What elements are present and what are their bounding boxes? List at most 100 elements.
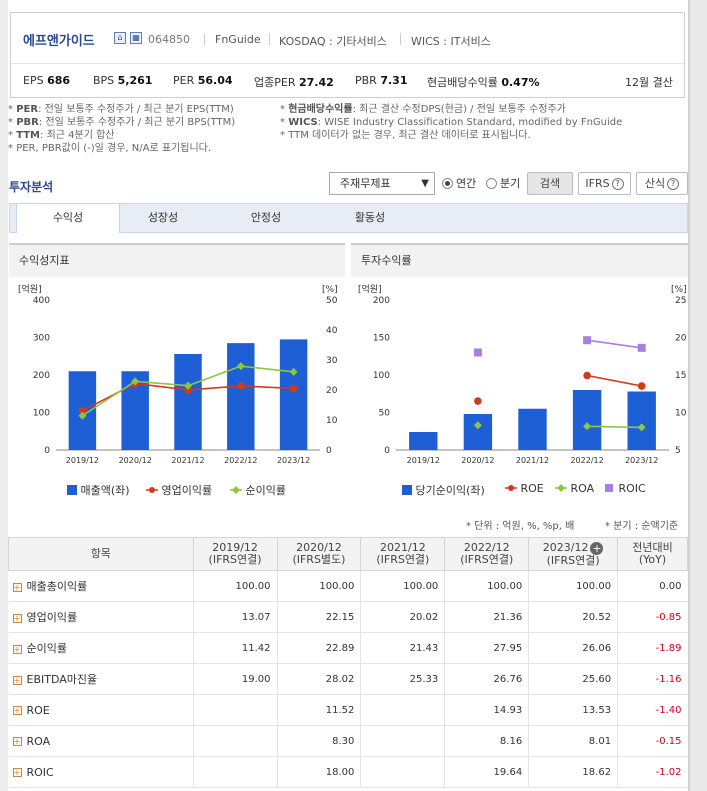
legend-roa[interactable]: ROA — [555, 482, 594, 495]
page: 에프앤가이드 ⌂ ▦ 064850 FnGuide KOSDAQ : 기타서비스… — [0, 0, 707, 791]
yoy-cell: -0.15 — [617, 725, 688, 757]
point-marker[interactable] — [637, 343, 646, 352]
ifrs-button[interactable]: IFRS? — [578, 172, 631, 195]
table-cell: 11.42 — [192, 632, 278, 664]
divider — [269, 33, 270, 45]
expand-icon[interactable]: + — [12, 644, 22, 654]
tab-activity[interactable]: 활동성 — [318, 204, 422, 232]
y-tick-right: 0 — [326, 446, 332, 456]
y-tick-left: 400 — [33, 296, 50, 306]
expand-icon[interactable]: + — [12, 582, 22, 592]
table-row[interactable]: + EBITDA마진율 19.00 28.02 25.33 26.76 25.60 -1.16 — [8, 663, 688, 695]
table-cell: 18.62 — [528, 756, 618, 788]
bar[interactable] — [409, 432, 438, 450]
expand-icon[interactable]: + — [12, 613, 22, 623]
table-row[interactable]: + ROE 11.52 14.93 13.53 -1.40 — [8, 694, 688, 726]
table-row[interactable]: + ROA 8.30 8.16 8.01 -0.15 — [8, 725, 688, 757]
bar[interactable] — [227, 343, 255, 450]
table-cell: 27.95 — [444, 632, 529, 664]
divider — [204, 33, 205, 45]
legend-roic[interactable]: ROIC — [603, 482, 646, 495]
stat-per: PER 56.04 — [173, 74, 233, 87]
row-label[interactable]: + 순이익률 — [8, 632, 194, 664]
radio-annual[interactable] — [442, 178, 453, 189]
table-row[interactable]: + 매출총이익률 100.00 100.00 100.00 100.00 100.00 0.0… — [8, 570, 688, 602]
legend-operating-margin[interactable]: 영업이익률 — [146, 482, 212, 498]
legend-net-income[interactable]: 당기순이익(좌) — [402, 482, 485, 498]
building-icon[interactable]: ▦ — [130, 32, 142, 44]
expand-icon[interactable]: + — [12, 675, 22, 685]
legend-roe[interactable]: ROE — [505, 482, 544, 495]
company-code: 064850 — [148, 33, 190, 46]
table-cell: 8.16 — [444, 725, 529, 757]
profitability-chart: [억원] [%] 0 100 200 300 400 0 10 20 30 40 50 2019/12 20… — [18, 283, 338, 465]
table-header: 항목 2019/12 (IFRS연결) 2020/12 (IFRS별도) 2021/… — [8, 537, 688, 571]
expand-icon[interactable]: + — [12, 768, 22, 777]
search-button[interactable]: 검색 — [527, 172, 573, 195]
financial-table: 항목 2019/12 (IFRS연결) 2020/12 (IFRS별도) 2021/… — [8, 537, 688, 788]
expand-columns-icon[interactable]: + — [590, 541, 604, 555]
panel-title-profitability: 수익성지표 — [9, 243, 345, 277]
table-cell — [360, 725, 445, 757]
y-tick-right: 10 — [326, 416, 338, 426]
row-label[interactable]: + 매출총이익률 — [8, 570, 194, 602]
row-label[interactable]: + ROA — [8, 725, 194, 757]
note-line: * WICS: WISE Industry Classification Sta… — [280, 117, 623, 128]
header-divider — [11, 63, 684, 64]
table-cell — [192, 756, 278, 788]
bar[interactable] — [572, 390, 602, 450]
note-line: * PER, PBR값이 (-)일 경우, N/A로 표기됩니다. — [8, 143, 212, 154]
row-label[interactable]: + ROE — [8, 694, 194, 726]
row-label[interactable]: + ROIC — [8, 756, 194, 788]
point-marker[interactable] — [473, 348, 482, 357]
return-chart: [억원] [%] 0 50 100 150 200 5 10 15 20 25 2019/12 2020/… — [358, 283, 687, 465]
row-label[interactable]: + EBITDA마진율 — [8, 663, 194, 695]
table-row[interactable]: + 순이익률 11.42 22.89 21.43 27.95 26.06 -1.89 — [8, 632, 688, 664]
table-cell: 21.43 — [360, 632, 445, 664]
header-year: 2023/12 + (IFRS연결) — [528, 537, 619, 571]
table-row[interactable]: + ROIC 18.00 19.64 18.62 -1.02 — [8, 756, 688, 788]
point-marker[interactable] — [289, 384, 298, 393]
bar[interactable] — [174, 354, 202, 450]
formula-button[interactable]: 산식? — [636, 172, 688, 195]
y-tick-right: 40 — [326, 326, 338, 336]
bar[interactable] — [463, 414, 493, 450]
y-tick-left: 100 — [373, 371, 390, 381]
radio-quarter[interactable] — [486, 178, 497, 189]
formula-button-label: 산식 — [644, 177, 666, 190]
expand-icon[interactable]: + — [12, 706, 22, 715]
point-marker[interactable] — [237, 382, 245, 390]
expand-icon[interactable]: + — [12, 737, 22, 746]
bar[interactable] — [518, 408, 547, 450]
radio-quarter-label[interactable]: 분기 — [500, 175, 520, 191]
tab-growth[interactable]: 성장성 — [111, 204, 215, 232]
header-year: 2021/12 (IFRS연결) — [360, 537, 446, 571]
axis-unit-right: [%] — [671, 285, 687, 295]
tab-label: 성장성 — [147, 211, 179, 224]
home-icon[interactable]: ⌂ — [114, 32, 126, 44]
yoy-cell: -1.40 — [617, 694, 688, 726]
statement-select[interactable]: 주재무제표 ▼ — [329, 172, 435, 195]
point-marker[interactable] — [583, 336, 592, 345]
y-tick-left: 150 — [373, 334, 390, 344]
point-marker[interactable] — [637, 382, 646, 390]
legend-sales[interactable]: 매출액(좌) — [67, 482, 130, 498]
bar[interactable] — [279, 339, 308, 450]
panel-title-return: 투자수익률 — [351, 243, 688, 277]
radio-annual-label[interactable]: 연간 — [456, 175, 476, 191]
table-row[interactable]: + 영업이익률 13.07 22.15 20.02 21.36 20.52 -0.85 — [8, 601, 688, 633]
row-label[interactable]: + 영업이익률 — [8, 601, 194, 633]
bar[interactable] — [627, 391, 656, 451]
point-marker[interactable] — [474, 397, 482, 405]
table-cell: 20.02 — [360, 601, 445, 633]
legend-net-margin[interactable]: 순이익률 — [230, 482, 286, 498]
tab-stability[interactable]: 안정성 — [214, 204, 318, 232]
point-marker[interactable] — [583, 371, 591, 380]
table-cell — [360, 756, 445, 788]
axis-unit-left: [억원] — [358, 283, 382, 295]
note-line: * TTM: 최근 4분기 합산 — [8, 130, 115, 141]
y-tick-right: 20 — [675, 334, 687, 344]
tab-profitability[interactable]: 수익성 — [16, 203, 120, 233]
scroll-area[interactable] — [688, 0, 707, 791]
search-button-label: 검색 — [539, 177, 561, 190]
